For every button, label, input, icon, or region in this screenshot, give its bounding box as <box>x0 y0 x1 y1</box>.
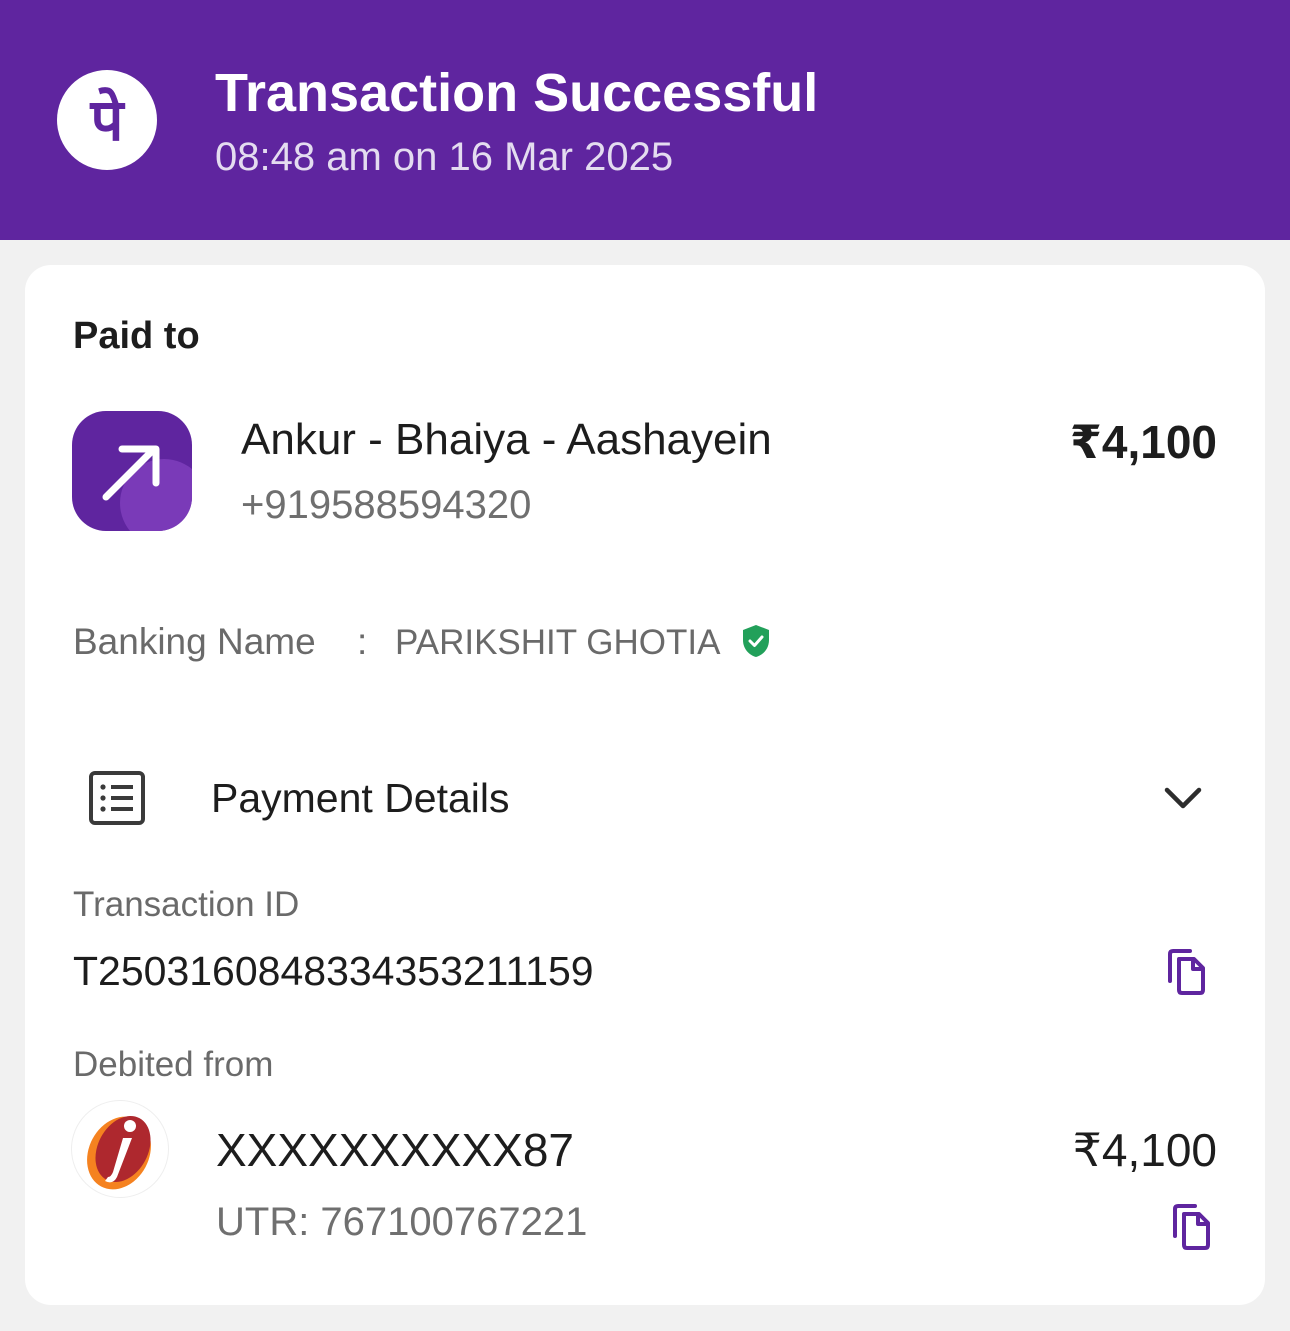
transaction-id-label: Transaction ID <box>73 885 300 924</box>
header-bar: पे Transaction Successful 08:48 am on 16… <box>0 0 1290 240</box>
phonepe-logo: पे <box>57 70 157 170</box>
chevron-down-icon[interactable] <box>1161 783 1205 813</box>
payee-name: Ankur - Bhaiya - Aashayein <box>241 415 772 464</box>
account-number: XXXXXXXXXX87 <box>216 1124 574 1176</box>
transaction-id-value: T2503160848334353211159 <box>73 948 594 994</box>
debited-amount: ₹4,100 <box>1072 1124 1217 1176</box>
transaction-card: Paid to Ankur - Bhaiya - Aashayein +9195… <box>25 265 1265 1305</box>
arrow-up-right-icon <box>72 411 192 531</box>
copy-utr-icon[interactable] <box>1168 1203 1214 1251</box>
paid-amount: ₹4,100 <box>1069 416 1217 468</box>
transaction-timestamp: 08:48 am on 16 Mar 2025 <box>215 135 674 179</box>
payee-phone: +919588594320 <box>241 483 532 527</box>
verified-shield-icon <box>743 625 769 657</box>
copy-transaction-id-icon[interactable] <box>1163 948 1209 996</box>
utr-number: UTR: 767100767221 <box>216 1200 588 1244</box>
payment-details-title[interactable]: Payment Details <box>211 775 510 822</box>
banking-name-value: PARIKSHIT GHOTIA <box>395 623 721 662</box>
paid-to-label: Paid to <box>73 315 200 357</box>
banking-name-label: Banking Name <box>73 621 316 662</box>
banking-name-separator: : <box>357 621 368 662</box>
page-title: Transaction Successful <box>215 63 819 123</box>
receipt-list-icon <box>89 771 145 825</box>
icici-bank-logo <box>72 1101 168 1197</box>
debited-from-label: Debited from <box>73 1045 274 1084</box>
